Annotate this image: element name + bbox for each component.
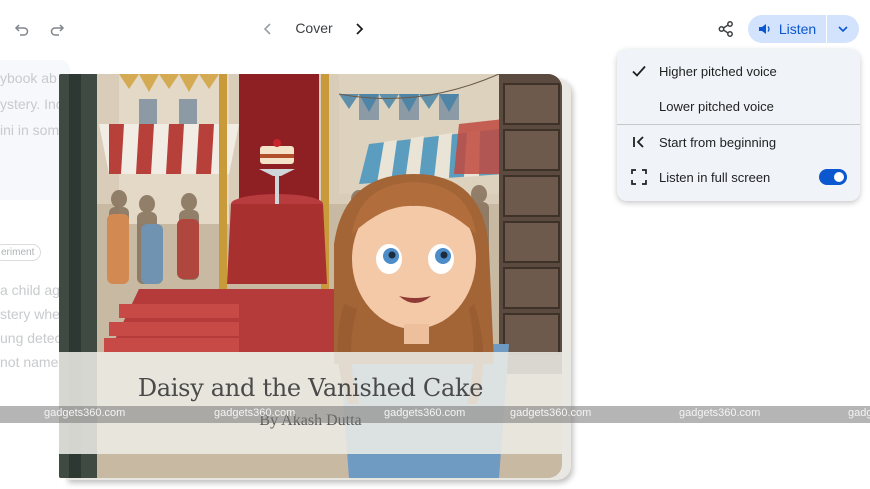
experiment-chip: eriment [0, 244, 42, 261]
description-line: ung detec [0, 330, 62, 346]
chevron-left-icon [263, 23, 271, 35]
redo-button[interactable] [43, 15, 71, 43]
menu-item-label: Listen in full screen [659, 169, 771, 185]
menu-item-label: Lower pitched voice [659, 98, 774, 114]
listen-button[interactable]: Listen [748, 15, 826, 43]
description-line: ini in som [0, 122, 60, 138]
speaker-icon [758, 24, 770, 34]
description-line: ystery. Inc [0, 96, 63, 112]
menu-item-label: Higher pitched voice [659, 63, 777, 79]
menu-item-start-from-beginning[interactable]: Start from beginning [617, 125, 860, 159]
previous-page-button[interactable] [254, 15, 282, 43]
chevron-right-icon [356, 23, 364, 35]
menu-item-label: Start from beginning [659, 134, 777, 150]
listen-options-menu: Higher pitched voice Lower pitched voice… [617, 49, 860, 201]
undo-button[interactable] [8, 15, 36, 43]
share-button[interactable] [712, 15, 740, 43]
description-line: ybook ab [0, 70, 57, 86]
chevron-down-icon [838, 26, 848, 33]
description-line: stery when [0, 306, 68, 322]
watermark-strip: gadgets360.com gadgets360.com gadgets360… [0, 406, 870, 423]
fullscreen-icon [628, 166, 650, 188]
check-icon [628, 60, 650, 82]
watermark-text: gadgets360.com [44, 407, 126, 419]
watermark-text: gadgets360.com [679, 407, 761, 419]
menu-item-lower-pitched-voice[interactable]: Lower pitched voice [617, 89, 860, 123]
listen-options-button[interactable] [827, 15, 859, 43]
watermark-text: gadg [848, 407, 870, 419]
menu-item-listen-in-full-screen[interactable]: Listen in full screen [617, 160, 860, 194]
undo-icon [14, 24, 29, 36]
book-title: Daisy and the Vanished Cake [137, 374, 484, 402]
page-label: Cover [295, 20, 333, 36]
title-band [59, 352, 562, 454]
next-page-button[interactable] [345, 15, 373, 43]
share-icon [718, 21, 733, 37]
redo-icon [50, 24, 65, 36]
listen-label: Listen [778, 21, 817, 37]
watermark-text: gadgets360.com [510, 407, 592, 419]
storybook-page: Cover Listen ybook ab ystery. Inc ini in… [0, 0, 870, 489]
menu-item-higher-pitched-voice[interactable]: Higher pitched voice [617, 54, 860, 88]
full-screen-toggle[interactable] [819, 169, 847, 185]
description-line: not named [0, 354, 67, 370]
description-line: a child ag [0, 282, 60, 298]
skip-to-start-icon [628, 131, 650, 153]
watermark-text: gadgets360.com [214, 407, 296, 419]
watermark-text: gadgets360.com [384, 407, 466, 419]
toggle-knob [834, 172, 844, 182]
